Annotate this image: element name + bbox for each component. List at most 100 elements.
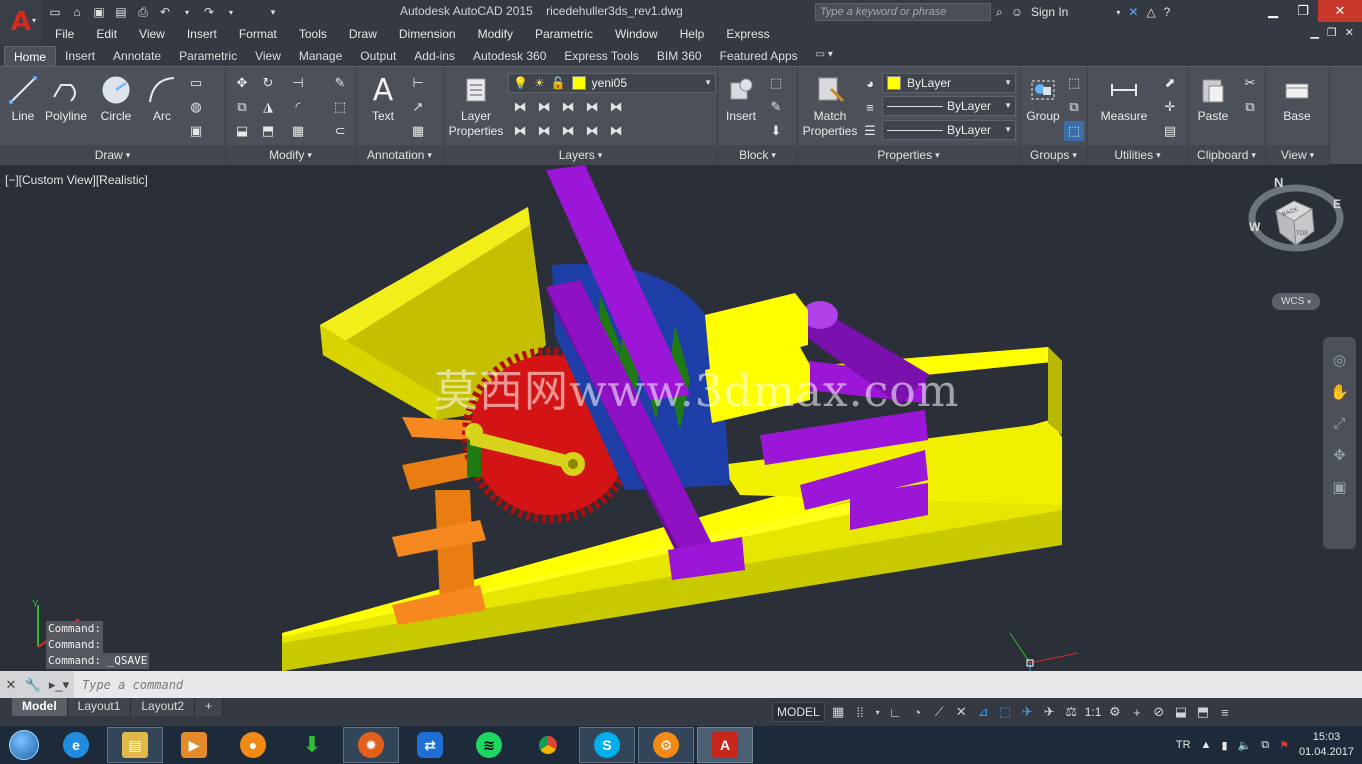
annotation-visibility-icon[interactable]: ✈	[1019, 704, 1036, 720]
osnap-icon[interactable]: ⊿	[975, 704, 992, 720]
paste-button[interactable]: Paste	[1190, 73, 1236, 124]
tab-add-ins[interactable]: Add-ins	[405, 46, 464, 66]
command-input[interactable]: Type a command	[82, 678, 183, 692]
fillet-icon[interactable]: ◜	[288, 97, 308, 117]
measure-button[interactable]: Measure	[1098, 73, 1150, 124]
auto-scale-icon[interactable]: ✈	[1041, 704, 1058, 720]
start-button[interactable]	[0, 726, 48, 764]
volume-icon[interactable]: 🔈	[1238, 739, 1252, 752]
tray-expand-icon[interactable]: ▲	[1201, 739, 1212, 751]
new-icon[interactable]: ▭	[46, 3, 64, 21]
tab-manage[interactable]: Manage	[290, 46, 351, 66]
workspace-icon[interactable]: ⚙	[1106, 704, 1123, 720]
maximize-icon[interactable]: ❐	[1288, 0, 1318, 22]
command-history-toggle-icon[interactable]: ▸_▾	[44, 671, 74, 698]
circle-button[interactable]: Circle	[93, 73, 139, 124]
tab-annotate[interactable]: Annotate	[104, 46, 170, 66]
modify-panel-title[interactable]: Modify	[226, 145, 355, 165]
id-point-icon[interactable]: ✛	[1160, 97, 1180, 117]
layer-tool-3-icon[interactable]: ⧓	[558, 97, 578, 117]
taskbar-app-gear[interactable]: ⚙	[638, 727, 694, 763]
a360-icon[interactable]: △	[1146, 5, 1155, 19]
insert-block-button[interactable]: Insert	[718, 73, 764, 124]
annotation-panel-title[interactable]: Annotation	[356, 145, 443, 165]
taskbar-internet-explorer[interactable]: e	[48, 727, 104, 763]
menu-format[interactable]: Format	[228, 27, 288, 41]
menu-dimension[interactable]: Dimension	[388, 27, 467, 41]
language-indicator[interactable]: TR	[1176, 739, 1191, 751]
layer-tool-1-icon[interactable]: ⧓	[510, 97, 530, 117]
taskbar-media-player[interactable]: ▶	[166, 727, 222, 763]
undo-icon[interactable]: ↶	[156, 3, 174, 21]
taskbar-file-explorer[interactable]: ▤	[107, 727, 163, 763]
open-icon[interactable]: ⌂	[68, 3, 86, 21]
stretch-icon[interactable]: ⬓	[232, 121, 252, 141]
copy-clip-icon[interactable]: ⧉	[1240, 97, 1260, 117]
offset-icon[interactable]: ⊂	[330, 121, 350, 141]
lineweight-dropdown[interactable]: ByLayer ▼	[882, 96, 1016, 116]
ungroup-icon[interactable]: ⬚	[1064, 73, 1084, 93]
taskbar-app-orange[interactable]: ●	[225, 727, 281, 763]
pan-icon[interactable]: ✋	[1330, 383, 1349, 401]
rotate-icon[interactable]: ↻	[258, 73, 278, 93]
polyline-button[interactable]: Polyline	[43, 73, 89, 124]
save-icon[interactable]: ▣	[90, 3, 108, 21]
view-panel-title[interactable]: View	[1266, 145, 1329, 165]
ortho-icon[interactable]: ∟	[887, 705, 904, 720]
group-button[interactable]: Group	[1020, 73, 1066, 124]
menu-help[interactable]: Help	[669, 27, 716, 41]
menu-window[interactable]: Window	[604, 27, 669, 41]
layer-tool-4-icon[interactable]: ⧓	[582, 97, 602, 117]
annotation-monitor-icon[interactable]: +	[1128, 705, 1145, 720]
doc-close-icon[interactable]: ✕	[1345, 26, 1354, 39]
layer-tool-10-icon[interactable]: ⧓	[606, 121, 626, 141]
undo-dropdown-icon[interactable]: ▾	[178, 3, 196, 21]
linetype-dropdown[interactable]: ByLayer ▼	[882, 120, 1016, 140]
drawing-viewport[interactable]: [−][Custom View][Realistic] 莫西网www.3dmax…	[0, 165, 1362, 671]
isodraft-icon[interactable]: ⟋	[931, 704, 948, 720]
snap-dropdown-icon[interactable]: ▾	[874, 708, 882, 717]
arc-button[interactable]: Arc	[139, 73, 185, 124]
layer-tool-9-icon[interactable]: ⧓	[582, 121, 602, 141]
edit-block-icon[interactable]: ✎	[766, 97, 786, 117]
doc-minimize-icon[interactable]: ▁	[1310, 26, 1318, 39]
taskbar-skype[interactable]: S	[579, 727, 635, 763]
tab-parametric[interactable]: Parametric	[170, 46, 246, 66]
sign-in-link[interactable]: Sign In	[1031, 5, 1068, 19]
layer-tool-2-icon[interactable]: ⧓	[534, 97, 554, 117]
redo-icon[interactable]: ↷	[200, 3, 218, 21]
tab-layout1[interactable]: Layout1	[67, 698, 132, 716]
menu-tools[interactable]: Tools	[288, 27, 338, 41]
customize-status-icon[interactable]: ≡	[1216, 705, 1233, 720]
groups-panel-title[interactable]: Groups	[1020, 145, 1087, 165]
clipboard-panel-title[interactable]: Clipboard	[1188, 145, 1265, 165]
command-line-customize-icon[interactable]: 🔧	[22, 671, 44, 698]
trim-icon[interactable]: ⊣	[288, 73, 308, 93]
compass-west[interactable]: W	[1249, 220, 1261, 234]
tab-model[interactable]: Model	[12, 698, 68, 716]
clock[interactable]: 15:03 01.04.2017	[1299, 730, 1354, 760]
menu-express[interactable]: Express	[715, 27, 780, 41]
grid-icon[interactable]: ▦	[830, 704, 847, 720]
tab-home[interactable]: Home	[4, 46, 57, 66]
taskbar-teamviewer[interactable]: ⇄	[402, 727, 458, 763]
compass-east[interactable]: E	[1333, 197, 1341, 211]
text-button[interactable]: A Text	[360, 73, 406, 124]
quick-select-icon[interactable]: ⬈	[1160, 73, 1180, 93]
customize-qat-icon[interactable]: ▾	[264, 3, 282, 21]
compass-north[interactable]: N	[1274, 175, 1283, 190]
table-icon[interactable]: ▦	[408, 121, 428, 141]
layer-properties-button[interactable]: Layer Properties	[449, 73, 503, 139]
minimize-icon[interactable]: ▁	[1258, 0, 1288, 22]
isolate-objects-icon[interactable]: ⊘	[1150, 704, 1167, 720]
model-space-button[interactable]: MODEL	[772, 702, 825, 722]
annotation-scale-value[interactable]: 1:1	[1085, 705, 1102, 719]
draw-panel-title[interactable]: Draw	[0, 145, 225, 165]
tab-featured-apps[interactable]: Featured Apps	[711, 46, 807, 66]
tab-bim-360[interactable]: BIM 360	[648, 46, 711, 66]
tab-output[interactable]: Output	[351, 46, 405, 66]
region-icon[interactable]: ▣	[186, 121, 206, 141]
action-center-icon[interactable]: ⚑	[1279, 739, 1289, 752]
redo-dropdown-icon[interactable]: ▾	[222, 3, 240, 21]
layer-dropdown[interactable]: 💡 ☀ 🔓 yeni05 ▼	[508, 73, 716, 93]
